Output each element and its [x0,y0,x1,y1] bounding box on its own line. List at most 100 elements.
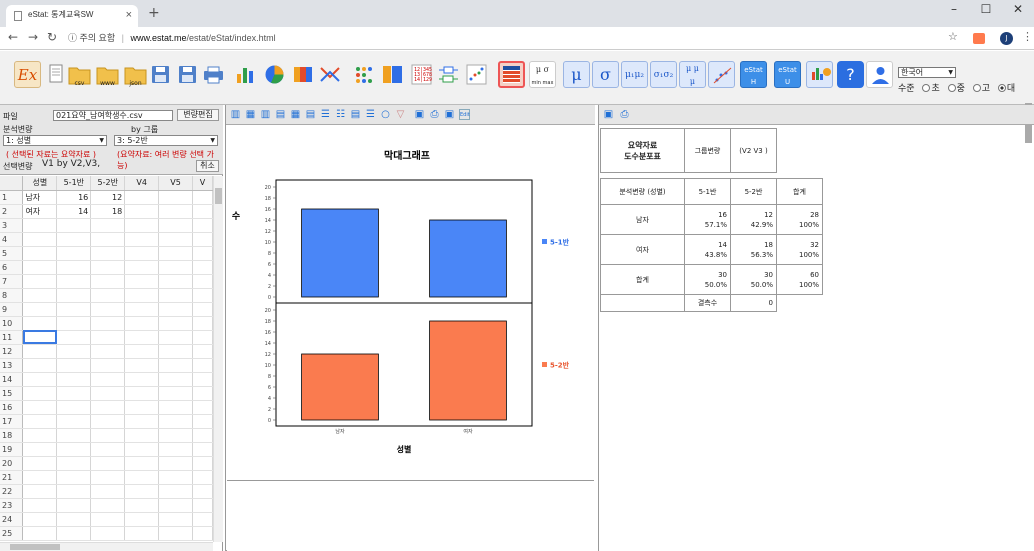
sheet-cell[interactable] [158,386,193,401]
anova-button[interactable]: μ μμ [679,61,706,88]
data-sheet[interactable]: 성별 5-1반 5-2반 V4 V5 V 1 남자 16 12 2 여자 14 18 3 4 5 6 7 8 9 10 11… [0,176,213,542]
sheet-cell[interactable] [22,400,58,415]
estat-h-button[interactable]: eStat H [740,61,767,88]
open-csv-button[interactable]: csv [66,61,93,88]
sheet-cell[interactable] [22,358,58,373]
user-info-button[interactable] [866,61,893,88]
stem-leaf-icon[interactable]: 12|345 13|678 14|129 [408,61,435,88]
horizontal-separated-bar-icon[interactable]: ▤ [305,109,316,120]
sheet-cell[interactable] [158,456,193,471]
sheet-cell[interactable] [56,232,92,247]
sheet-cell[interactable] [124,288,160,303]
column-header[interactable]: V5 [158,176,193,191]
sheet-cell[interactable] [22,288,58,303]
sheet-cell[interactable] [192,232,213,247]
sheet-cell[interactable]: 12 [90,190,126,205]
sheet-cell[interactable] [22,512,58,527]
sheet-cell[interactable] [124,358,160,373]
new-tab-button[interactable]: + [148,5,160,21]
sheet-cell[interactable] [192,344,213,359]
level-radio-high[interactable] [972,84,981,92]
sheet-vertical-scrollbar[interactable] [213,176,223,542]
sheet-cell[interactable] [124,526,160,541]
sheet-cell[interactable] [56,400,92,415]
sheet-cell[interactable] [158,400,193,415]
sheet-cell[interactable] [56,372,92,387]
sheet-cell[interactable] [22,344,58,359]
sheet-cell[interactable] [124,316,160,331]
sheet-cell[interactable] [90,442,126,457]
analysis-variable-select[interactable]: 1: 성별 ▼ [3,135,107,146]
column-header[interactable]: 성별 [22,176,58,191]
sheet-cell[interactable] [158,526,193,541]
sheet-cell[interactable] [56,498,92,513]
data-science-button[interactable] [806,61,833,88]
sheet-cell[interactable]: 남자 [22,190,58,205]
window-close-icon[interactable]: ✕ [1002,0,1034,20]
scroll-thumb[interactable] [10,544,60,550]
sheet-cell[interactable] [56,526,92,541]
tab-close-icon[interactable]: × [126,5,132,25]
sheet-cell[interactable] [22,498,58,513]
sheet-cell[interactable] [124,204,160,219]
save-graph-icon[interactable]: ▣ [414,109,425,120]
sheet-cell[interactable] [56,344,92,359]
frequency-table-icon[interactable] [498,61,525,88]
sheet-cell[interactable] [22,232,58,247]
sheet-cell[interactable] [90,414,126,429]
group-variable-select[interactable]: 3: 5-2반 ▼ [114,135,218,146]
sheet-cell[interactable] [158,372,193,387]
extension-icon[interactable] [973,33,985,44]
sheet-cell[interactable] [90,372,126,387]
sheet-cell[interactable] [90,302,126,317]
sheet-cell[interactable] [192,428,213,443]
sheet-horizontal-scrollbar[interactable] [0,542,213,551]
vertical-stacked-bar-icon[interactable]: ▦ [245,109,256,120]
sheet-cell[interactable] [22,372,58,387]
horizontal-ratio-bar-icon[interactable]: ☷ [335,109,346,120]
sheet-cell[interactable] [158,232,193,247]
new-sheet-button[interactable] [42,61,69,88]
sheet-cell[interactable] [22,456,58,471]
sheet-cell[interactable] [124,484,160,499]
sheet-cell[interactable] [124,372,160,387]
minimize-icon[interactable]: – [938,0,970,20]
reload-icon[interactable]: ↻ [47,30,57,44]
band-graph-icon[interactable] [290,61,317,88]
sheet-cell[interactable] [158,274,193,289]
sheet-cell[interactable] [158,302,193,317]
sheet-cell[interactable] [192,204,213,219]
sheet-cell[interactable] [124,498,160,513]
sheet-cell[interactable] [90,218,126,233]
sheet-cell[interactable] [56,246,92,261]
sheet-cell[interactable] [56,218,92,233]
sheet-cell[interactable] [124,330,160,345]
sheet-cell[interactable] [192,260,213,275]
regression-button[interactable] [708,61,735,88]
print-button[interactable] [200,61,227,88]
box-plot-icon[interactable] [435,61,462,88]
sheet-cell[interactable] [124,218,160,233]
sheet-cell[interactable] [22,470,58,485]
vertical-separated-bar-icon[interactable]: ▥ [230,109,241,120]
sheet-cell[interactable] [124,400,160,415]
sheet-cell[interactable]: 여자 [22,204,58,219]
sheet-cell[interactable] [56,442,92,457]
scroll-thumb[interactable] [215,188,222,204]
sheet-cell[interactable] [22,302,58,317]
donut-graph-icon[interactable]: ○ [380,109,391,120]
sheet-cell[interactable] [124,456,160,471]
variance-test-button[interactable]: σ [592,61,619,88]
sheet-cell[interactable] [158,358,193,373]
sheet-cell[interactable] [56,358,92,373]
print-graph-icon[interactable]: ⎙ [429,109,440,120]
print-table-icon[interactable]: ⎙ [619,109,630,120]
sheet-cell[interactable] [192,316,213,331]
sheet-cell[interactable] [56,428,92,443]
sheet-cell[interactable] [158,512,193,527]
sheet-cell[interactable] [158,470,193,485]
sheet-cell[interactable] [22,484,58,499]
horizontal-side-bar-icon[interactable]: ▤ [350,109,361,120]
profile-avatar[interactable]: J [1000,32,1013,45]
vertical-side-bar-icon[interactable]: ▤ [275,109,286,120]
